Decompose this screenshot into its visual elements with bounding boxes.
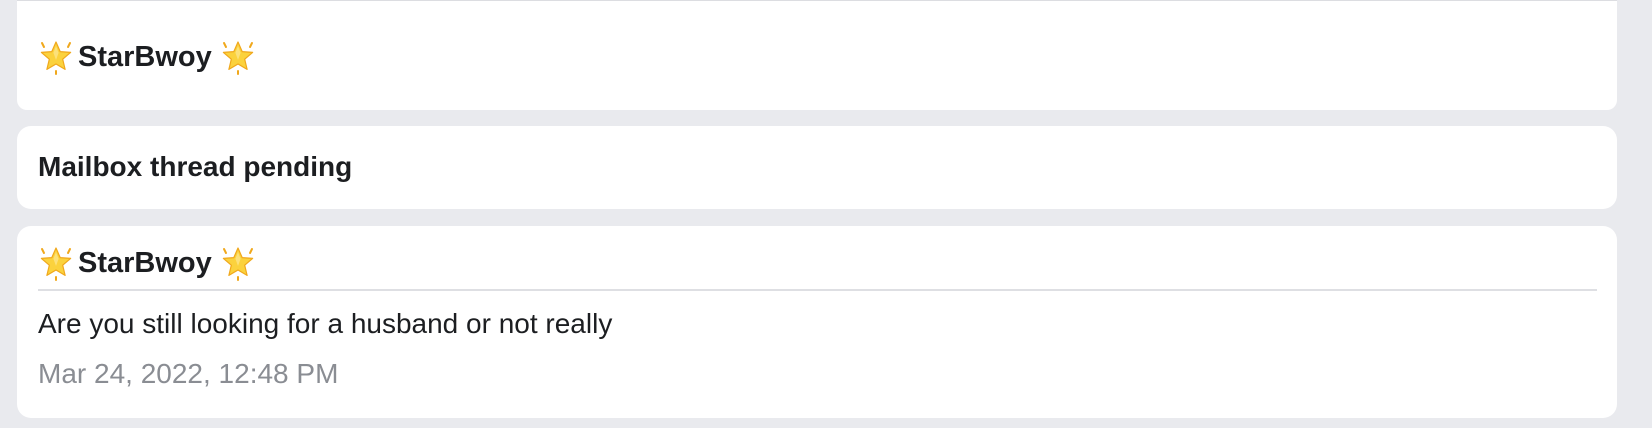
glowing-star-icon <box>38 245 74 281</box>
sender-name-row[interactable]: StarBwoy <box>38 39 256 75</box>
message-divider <box>38 289 1597 291</box>
glowing-star-icon <box>38 39 74 75</box>
glowing-star-icon <box>220 245 256 281</box>
sender-name: StarBwoy <box>78 41 212 73</box>
message-sender-row[interactable]: StarBwoy <box>38 245 256 281</box>
thread-status-text: Mailbox thread pending <box>38 151 353 182</box>
message-body: Are you still looking for a husband or n… <box>38 308 613 339</box>
message-card[interactable]: StarBwoy Are you still looking for a hus… <box>17 226 1617 418</box>
glowing-star-icon <box>220 39 256 75</box>
message-timestamp: Mar 24, 2022, 12:48 PM <box>38 358 339 389</box>
thread-status-card: Mailbox thread pending <box>17 126 1617 209</box>
sender-header-card: StarBwoy <box>17 0 1617 110</box>
message-sender-name: StarBwoy <box>78 247 212 279</box>
